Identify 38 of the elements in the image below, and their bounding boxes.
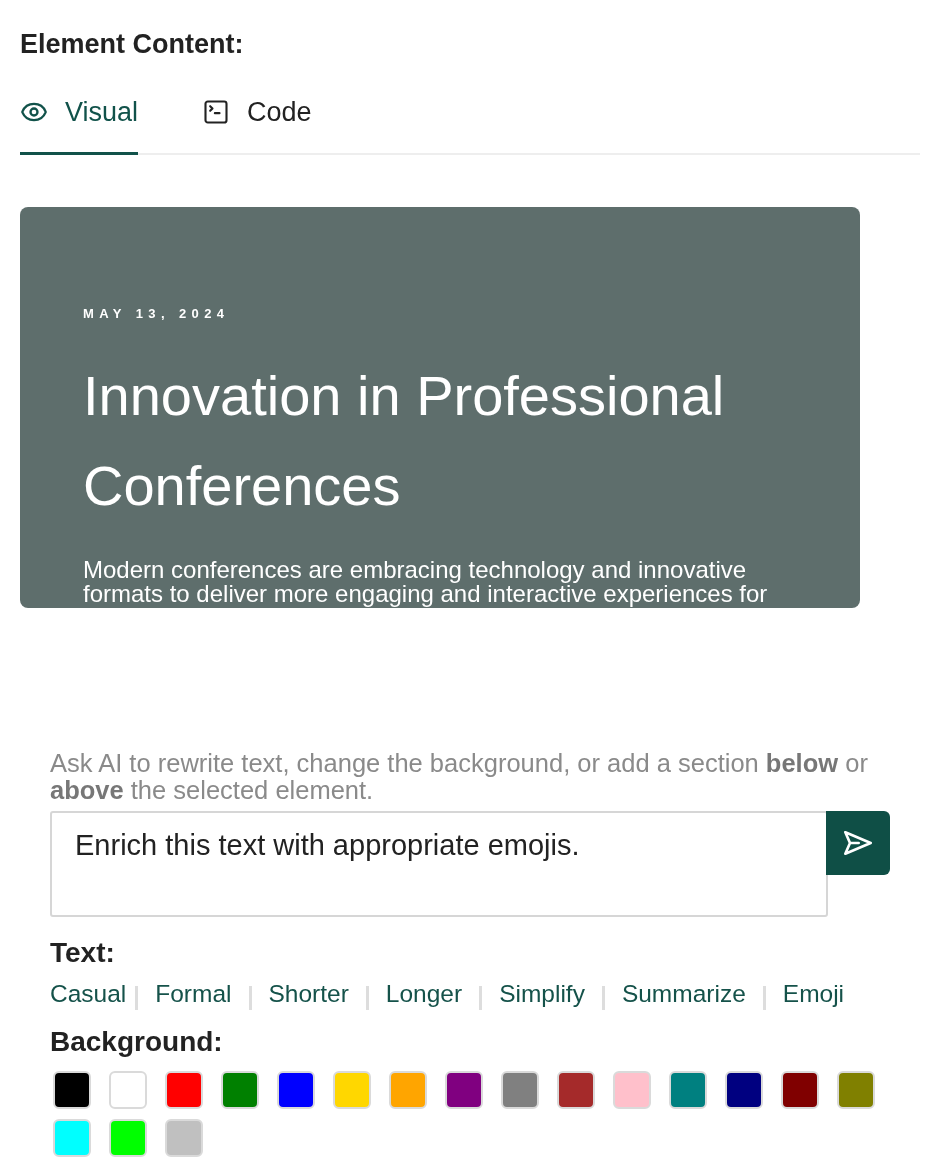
color-swatch[interactable] — [333, 1071, 371, 1109]
color-swatch[interactable] — [165, 1071, 203, 1109]
send-button[interactable] — [826, 811, 890, 875]
post-date: MAY 13, 2024 — [83, 306, 230, 322]
color-swatch[interactable] — [445, 1071, 483, 1109]
color-swatch[interactable] — [725, 1071, 763, 1109]
text-option-link[interactable]: Emoji — [782, 979, 845, 1009]
text-option-link[interactable]: Simplify — [499, 979, 585, 1009]
color-swatch[interactable] — [837, 1071, 875, 1109]
color-swatch[interactable] — [501, 1071, 539, 1109]
input-field[interactable]: Enrich this text with appropriate emojis. — [50, 811, 828, 917]
color-swatch[interactable] — [557, 1071, 595, 1109]
color-swatch[interactable] — [53, 1119, 91, 1157]
tab[interactable]: Code — [202, 90, 312, 155]
color-swatch[interactable] — [277, 1071, 315, 1109]
background-label: Background: — [50, 1026, 223, 1058]
color-swatch[interactable] — [669, 1071, 707, 1109]
terminal-icon — [202, 98, 231, 126]
color-swatch[interactable] — [165, 1119, 203, 1157]
text-option-link[interactable]: Summarize — [621, 979, 746, 1009]
tab[interactable]: Visual — [20, 90, 139, 155]
text-option-link[interactable]: Formal — [155, 979, 232, 1009]
prompt-hint: Ask AI to rewrite text, change the background, or add a section below or above the selected element. — [50, 750, 869, 804]
color-swatch[interactable] — [389, 1071, 427, 1109]
text-option-link[interactable]: Casual — [50, 979, 127, 1009]
post-excerpt: Modern conferences are embracing technology and innovative formats to deliver more engaging and interactive experiences for — [83, 558, 769, 606]
color-swatch[interactable] — [109, 1071, 147, 1109]
color-swatch[interactable] — [613, 1071, 651, 1109]
text-option-link[interactable]: Shorter — [268, 979, 349, 1009]
post-title: Innovation in Professional Conferences — [83, 363, 726, 519]
section-heading: Element Content: — [20, 29, 244, 59]
color-swatch[interactable] — [109, 1119, 147, 1157]
text-option-link[interactable]: Longer — [385, 979, 463, 1009]
color-swatch[interactable] — [221, 1071, 259, 1109]
send-icon — [844, 831, 872, 855]
color-swatch[interactable] — [53, 1071, 91, 1109]
color-swatch[interactable] — [781, 1071, 819, 1109]
text-options-label: Text: — [50, 937, 115, 969]
